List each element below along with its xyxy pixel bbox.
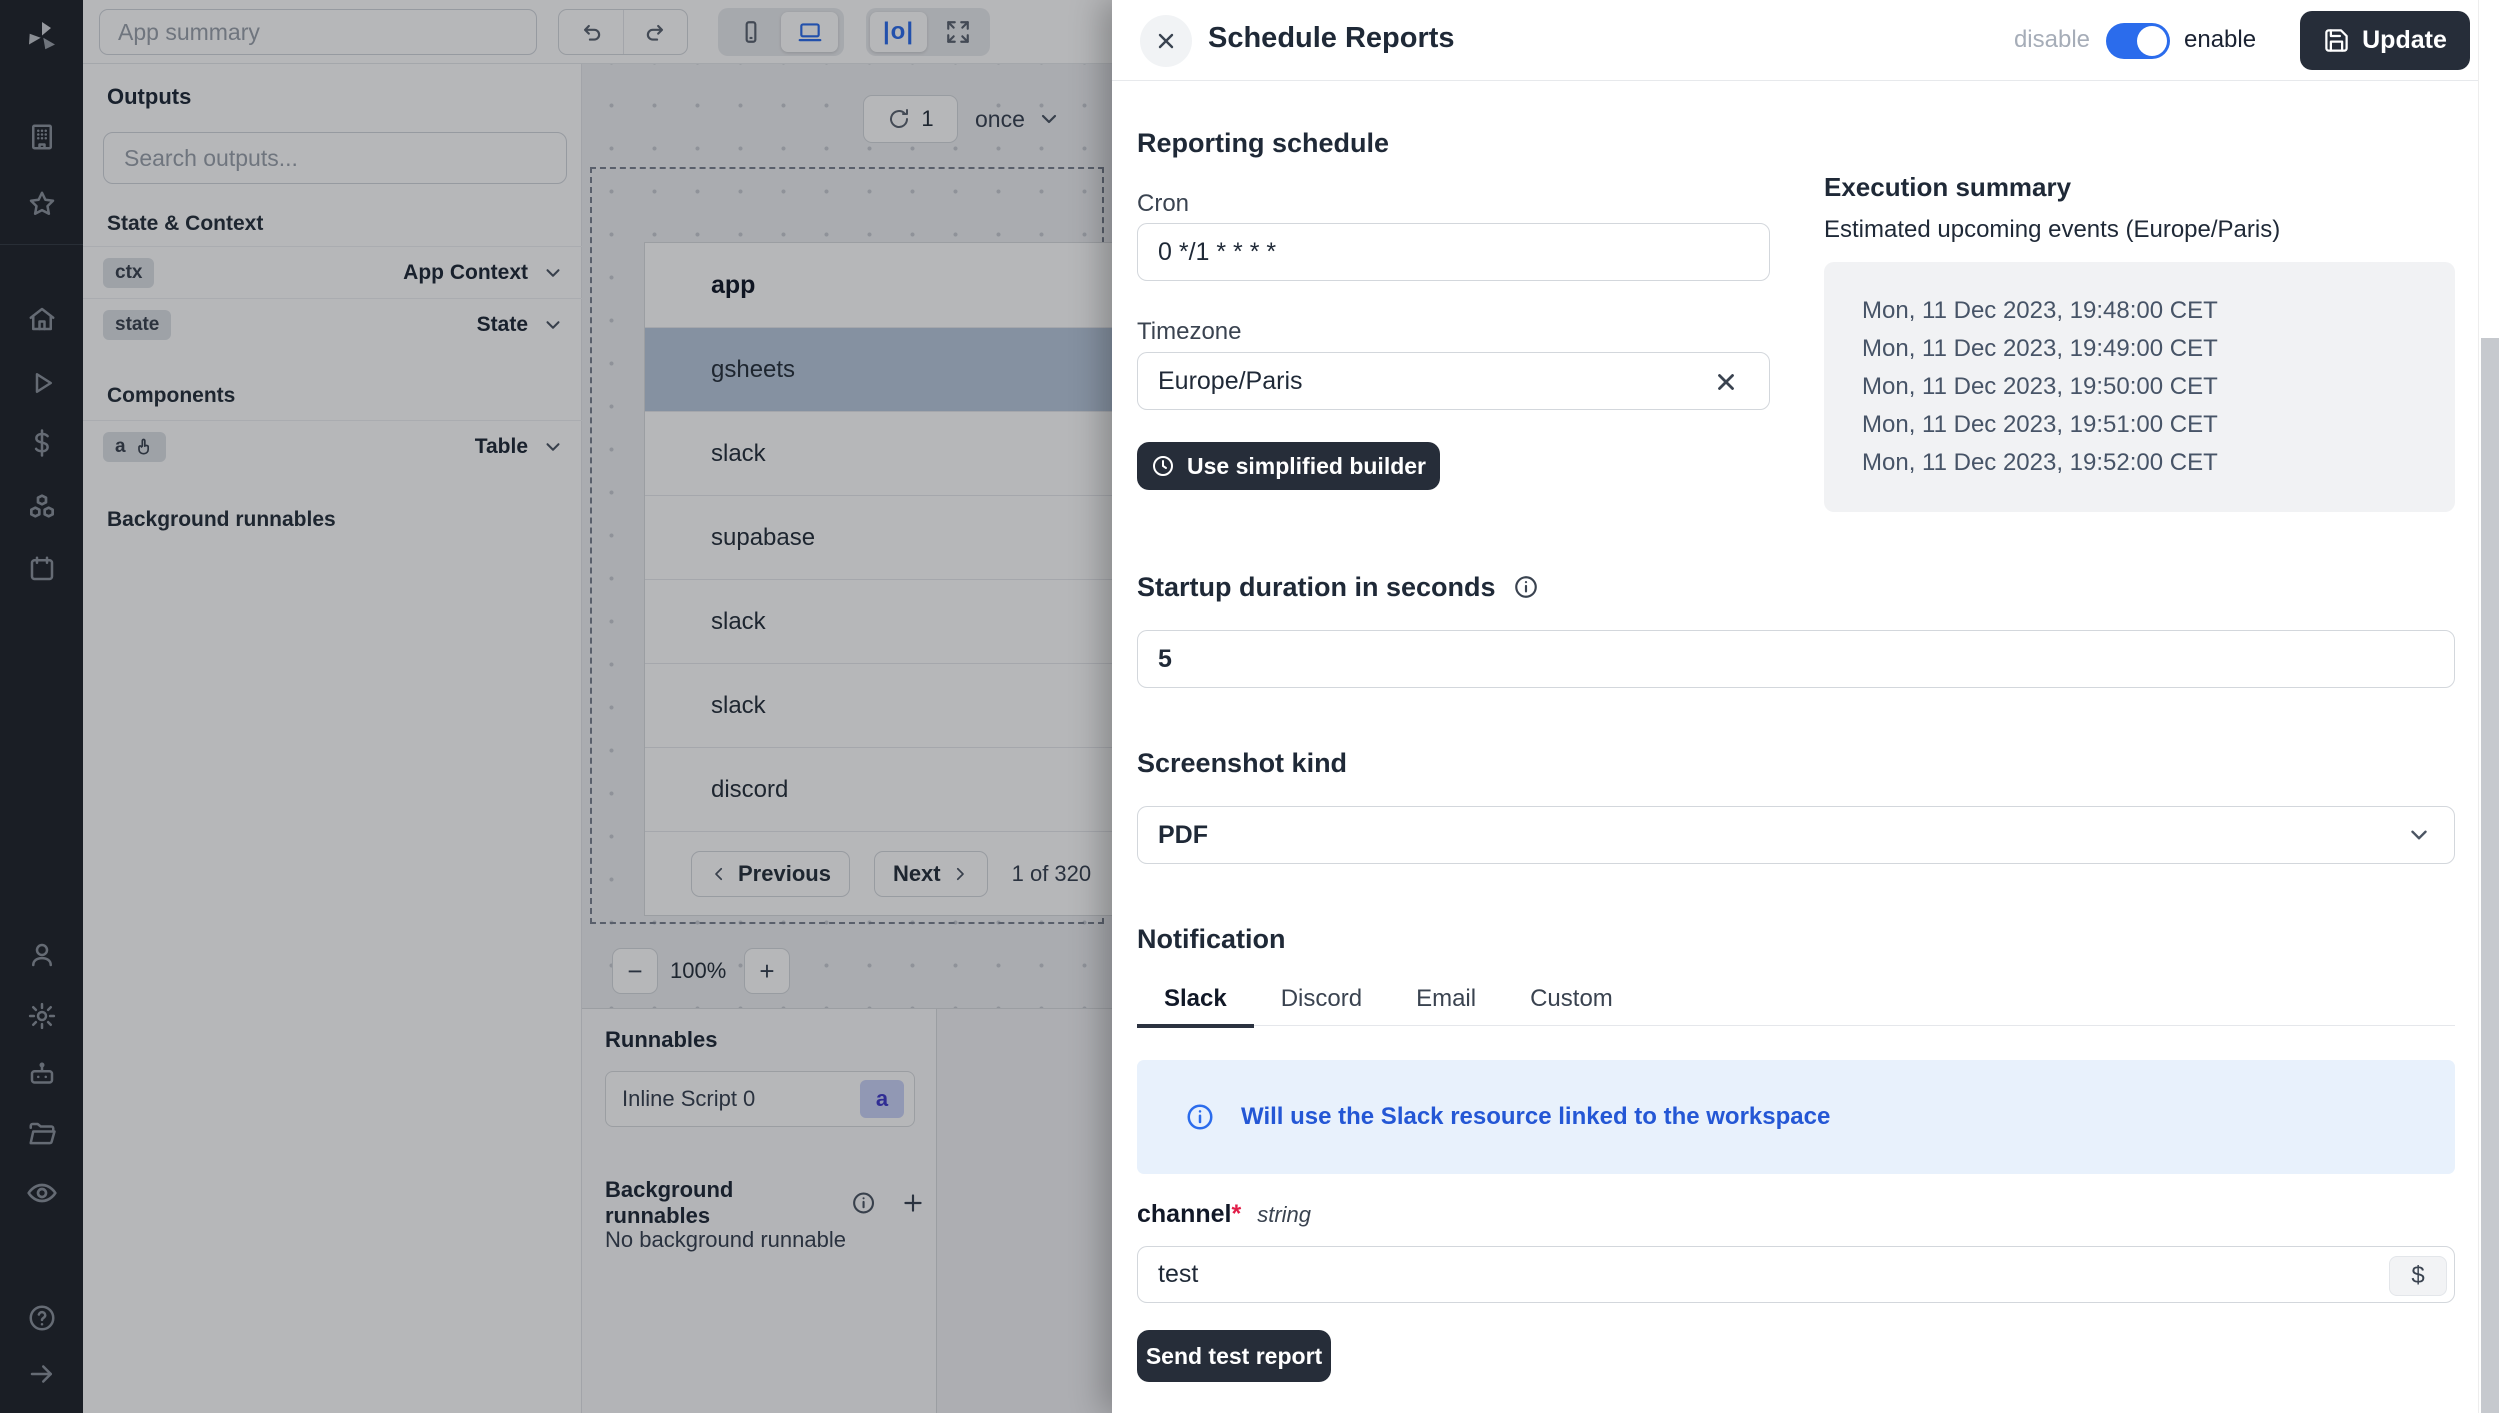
toggle-on-label: enable (2184, 26, 2256, 54)
execution-event: Mon, 11 Dec 2023, 19:51:00 CET (1862, 406, 2455, 444)
toggle-off-label: disable (1980, 26, 2090, 54)
info-icon (1185, 1102, 1215, 1132)
clock-icon (1151, 454, 1175, 478)
clear-icon (1713, 369, 1739, 395)
page-scrollbar[interactable] (2478, 0, 2500, 1413)
cron-input[interactable] (1137, 223, 1770, 281)
clear-timezone-button[interactable] (1710, 366, 1742, 398)
execution-event: Mon, 11 Dec 2023, 19:50:00 CET (1862, 368, 2455, 406)
execution-summary-heading: Execution summary (1824, 172, 2071, 203)
execution-event: Mon, 11 Dec 2023, 19:49:00 CET (1862, 330, 2455, 368)
use-simplified-builder-button[interactable]: Use simplified builder (1137, 442, 1440, 490)
notification-tabs: Slack Discord Email Custom (1137, 972, 2455, 1026)
drawer-header: Schedule Reports disable enable Update (1112, 0, 2500, 81)
enable-toggle[interactable] (2106, 23, 2170, 59)
close-drawer-button[interactable] (1140, 15, 1192, 67)
timezone-label: Timezone (1137, 318, 1241, 346)
execution-event: Mon, 11 Dec 2023, 19:48:00 CET (1862, 292, 2455, 330)
execution-summary-subtitle: Estimated upcoming events (Europe/Paris) (1824, 216, 2280, 244)
notification-heading: Notification (1137, 924, 1286, 955)
execution-events-box: Mon, 11 Dec 2023, 19:48:00 CET Mon, 11 D… (1824, 262, 2455, 512)
update-button[interactable]: Update (2300, 11, 2470, 70)
required-asterisk: * (1231, 1200, 1241, 1229)
slack-info-banner: Will use the Slack resource linked to th… (1137, 1060, 2455, 1174)
execution-event: Mon, 11 Dec 2023, 19:52:00 CET (1862, 444, 2455, 482)
drawer-title: Schedule Reports (1208, 22, 1455, 55)
scrollbar-thumb[interactable] (2481, 338, 2499, 1413)
channel-input[interactable] (1137, 1246, 2455, 1303)
startup-duration-input[interactable] (1137, 630, 2455, 688)
tab-discord[interactable]: Discord (1254, 972, 1389, 1026)
screenshot-kind-heading: Screenshot kind (1137, 748, 1347, 779)
timezone-input[interactable] (1137, 352, 1770, 410)
tab-slack[interactable]: Slack (1137, 972, 1254, 1026)
cron-label: Cron (1137, 190, 1189, 218)
schedule-reports-drawer: Schedule Reports disable enable Update R… (1112, 0, 2500, 1413)
toggle-knob (2137, 26, 2167, 56)
chevron-down-icon (2406, 822, 2432, 848)
channel-field-label: channel* string (1137, 1200, 1311, 1229)
close-icon (1154, 29, 1178, 53)
screenshot-kind-select[interactable]: PDF (1137, 806, 2455, 864)
app-editor-screen: |o| Outputs State & Context ctx App Cont… (0, 0, 2500, 1413)
insert-variable-button[interactable]: $ (2389, 1256, 2447, 1296)
tab-email[interactable]: Email (1389, 972, 1503, 1026)
info-icon[interactable] (1513, 574, 1539, 600)
slack-info-message: Will use the Slack resource linked to th… (1241, 1103, 1830, 1131)
tab-custom[interactable]: Custom (1503, 972, 1640, 1026)
channel-type-hint: string (1257, 1202, 1311, 1228)
reporting-schedule-heading: Reporting schedule (1137, 128, 1389, 159)
drawer-backdrop[interactable] (0, 0, 1112, 1413)
send-test-report-button[interactable]: Send test report (1137, 1330, 1331, 1382)
save-icon (2323, 27, 2350, 54)
startup-duration-heading: Startup duration in seconds (1137, 572, 1539, 603)
